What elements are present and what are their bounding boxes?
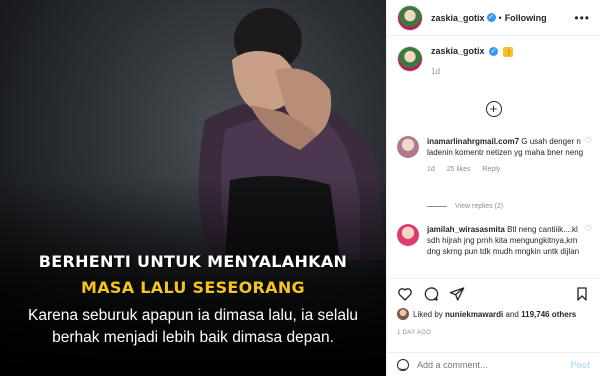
action-bar <box>387 278 600 308</box>
liker-username[interactable]: nuniekmawardi <box>445 310 503 319</box>
thumbs-up-icon: 👍 <box>502 46 513 57</box>
image-body-text: Karena seburuk apapun ia dimasa lalu, ia… <box>0 305 386 349</box>
view-replies-button[interactable]: View replies (2) <box>427 203 503 210</box>
post-side-panel: zaskia_gotix ✓ • Following ••• zaskia_go… <box>386 0 600 376</box>
load-more-comments-icon[interactable]: + <box>485 101 502 117</box>
comment-body: inamarlinahrgmail.com7 G usah denger n l… <box>427 136 585 175</box>
comment-body: jamilah_wirasasmita Btl neng cantiiik...… <box>427 224 585 270</box>
caption-timestamp[interactable]: 1d <box>431 67 513 76</box>
comment-time[interactable]: 1d <box>427 166 435 173</box>
verified-badge-icon: ✓ <box>486 13 496 22</box>
replies-divider <box>427 205 447 207</box>
post-timestamp[interactable]: 1 DAY AGO <box>397 330 431 336</box>
author-avatar[interactable] <box>397 4 423 31</box>
commenter-avatar[interactable] <box>397 136 419 158</box>
add-comment-bar: Post <box>387 352 600 376</box>
bookmark-save-icon[interactable] <box>574 286 590 302</box>
likes-summary: Liked by nuniekmawardi and 119,746 other… <box>397 308 592 320</box>
like-heart-icon[interactable] <box>397 286 413 302</box>
likes-middle: and <box>505 309 519 319</box>
comment-username[interactable]: jamilah_wirasasmita <box>427 225 505 234</box>
body-line-1: Karena seburuk apapun ia dimasa lalu, ia… <box>27 307 359 324</box>
comment-item: inamarlinahrgmail.com7 G usah denger n l… <box>397 136 592 175</box>
comment-reply-button[interactable]: Reply <box>482 166 500 173</box>
post-header: zaskia_gotix ✓ • Following ••• <box>387 0 600 36</box>
author-username[interactable]: zaskia_gotix <box>431 13 485 23</box>
body-line-2: berhak menjadi lebih baik dimasa depan. <box>52 329 334 346</box>
likes-count[interactable]: 119,746 others <box>521 310 576 319</box>
comment-username[interactable]: inamarlinahrgmail.com7 <box>427 137 519 146</box>
post-media[interactable]: BERHENTI UNTUK MENYALAHKAN MASA LALU SES… <box>0 0 386 376</box>
comment-like-heart-icon[interactable]: ♡ <box>585 224 592 270</box>
caption-username[interactable]: zaskia_gotix <box>431 46 485 56</box>
emoji-picker-icon[interactable] <box>397 358 409 371</box>
view-replies-label: View replies (2) <box>455 203 504 210</box>
share-paper-plane-icon[interactable] <box>449 286 465 302</box>
comment-likes[interactable]: 25 likes <box>447 166 471 173</box>
comment-meta: 1d 25 likes Reply <box>427 164 585 175</box>
comment-bubble-icon[interactable] <box>423 286 439 302</box>
more-options-icon[interactable]: ••• <box>574 11 590 25</box>
commenter-avatar[interactable] <box>397 224 419 246</box>
image-caption: BERHENTI UNTUK MENYALAHKAN MASA LALU SES… <box>0 252 386 349</box>
comment-item: jamilah_wirasasmita Btl neng cantiiik...… <box>397 224 592 270</box>
header-separator: • <box>498 12 502 23</box>
liker-avatar[interactable] <box>397 308 409 320</box>
comment-like-heart-icon[interactable]: ♡ <box>585 136 592 175</box>
likes-prefix: Liked by <box>413 309 443 319</box>
headline-line-1: BERHENTI UNTUK MENYALAHKAN <box>38 252 348 271</box>
caption-content: zaskia_gotix ✓ 👍 1d <box>431 46 513 132</box>
following-button[interactable]: Following <box>505 13 547 23</box>
post-comment-button[interactable]: Post <box>570 360 590 370</box>
headline-line-2: MASA LALU SESEORANG <box>81 278 305 297</box>
caption-author-avatar[interactable] <box>397 46 423 72</box>
comment-input[interactable] <box>417 359 571 370</box>
caption-verified-icon: ✓ <box>489 47 499 57</box>
load-more-wrap: + <box>387 100 600 118</box>
